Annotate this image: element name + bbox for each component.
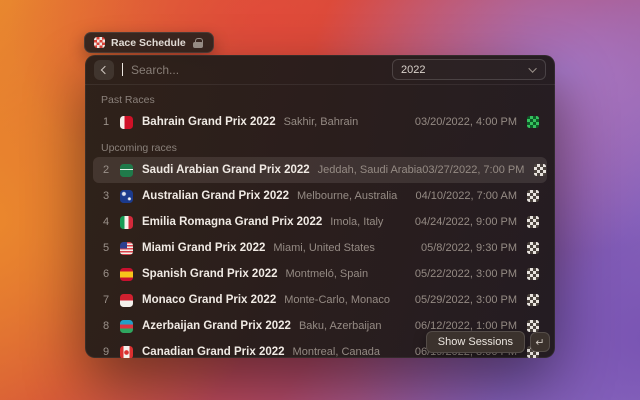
show-sessions-button[interactable]: Show Sessions [426,331,525,353]
country-flag-icon [120,242,133,255]
race-index: 4 [101,216,111,228]
checkered-flag-icon [527,268,539,280]
country-flag-icon [120,116,133,129]
season-dropdown-value: 2022 [401,64,525,76]
race-index: 3 [101,190,111,202]
chevron-left-icon [101,65,109,73]
country-flag-icon [120,320,133,333]
country-flag-icon [120,346,133,359]
checkered-flag-extension-icon [94,37,105,48]
checkered-flag-icon [527,294,539,306]
race-index: 2 [101,164,111,176]
race-datetime: 03/27/2022, 7:00 PM [422,164,524,176]
country-flag-icon [120,294,133,307]
race-index: 1 [101,116,111,128]
section-label: Past Races [93,87,547,109]
race-title: Saudi Arabian Grand Prix 2022 [142,164,310,176]
race-schedule-window: 2022 Past Races 1 Bahrain Grand Prix 2022 S… [85,55,555,358]
action-hint: Show Sessions ↵ [426,331,550,353]
country-flag-icon [120,268,133,281]
race-title: Azerbaijan Grand Prix 2022 [142,320,291,332]
race-row[interactable]: 1 Bahrain Grand Prix 2022 Sakhir, Bahrain 0… [93,109,547,135]
back-button[interactable] [94,60,114,80]
race-title: Australian Grand Prix 2022 [142,190,289,202]
checkered-flag-icon [527,190,539,202]
race-datetime: 05/8/2022, 9:30 PM [421,242,517,254]
race-location: Jeddah, Saudi Arabia [318,164,423,176]
race-row[interactable]: 5 Miami Grand Prix 2022 Miami, United Stat… [93,235,547,261]
season-dropdown[interactable]: 2022 [392,59,546,80]
search-input[interactable] [131,63,384,77]
race-index: 6 [101,268,111,280]
search-header: 2022 [85,55,555,84]
race-row[interactable]: 7 Monaco Grand Prix 2022 Monte-Carlo, Mona… [93,287,547,313]
race-title: Canadian Grand Prix 2022 [142,346,285,358]
race-row[interactable]: 3 Australian Grand Prix 2022 Melbourne, Au… [93,183,547,209]
checkered-flag-icon [527,242,539,254]
race-row[interactable]: 2 Saudi Arabian Grand Prix 2022 Jeddah, Sa… [93,157,547,183]
window-title-pill[interactable]: Race Schedule [84,32,214,53]
race-list: Past Races 1 Bahrain Grand Prix 2022 Sakhir… [85,85,555,358]
checkered-flag-icon [534,164,546,176]
race-index: 8 [101,320,111,332]
race-title: Emilia Romagna Grand Prix 2022 [142,216,322,228]
country-flag-icon [120,216,133,229]
race-title: Miami Grand Prix 2022 [142,242,265,254]
section-label: Upcoming races [93,135,547,157]
enter-key-icon[interactable]: ↵ [530,332,550,352]
race-location: Montreal, Canada [293,346,380,358]
race-title: Bahrain Grand Prix 2022 [142,116,276,128]
race-row[interactable]: 4 Emilia Romagna Grand Prix 2022 Imola, It… [93,209,547,235]
race-datetime: 05/29/2022, 3:00 PM [415,294,517,306]
race-title: Spanish Grand Prix 2022 [142,268,278,280]
country-flag-icon [120,164,133,177]
country-flag-icon [120,190,133,203]
checkered-flag-green-icon [527,116,539,128]
race-location: Baku, Azerbaijan [299,320,382,332]
lock-icon [192,37,204,49]
race-location: Miami, United States [273,242,374,254]
race-location: Montmeló, Spain [286,268,369,280]
race-datetime: 05/22/2022, 3:00 PM [415,268,517,280]
race-datetime: 04/10/2022, 7:00 AM [415,190,517,202]
text-cursor [122,63,123,76]
race-location: Monte-Carlo, Monaco [284,294,390,306]
race-title: Monaco Grand Prix 2022 [142,294,276,306]
race-datetime: 04/24/2022, 9:00 PM [415,216,517,228]
race-index: 9 [101,346,111,358]
window-title: Race Schedule [111,37,186,49]
race-location: Sakhir, Bahrain [284,116,359,128]
race-index: 5 [101,242,111,254]
race-location: Melbourne, Australia [297,190,397,202]
race-row[interactable]: 6 Spanish Grand Prix 2022 Montmeló, Spain 0… [93,261,547,287]
race-location: Imola, Italy [330,216,383,228]
race-index: 7 [101,294,111,306]
race-datetime: 03/20/2022, 4:00 PM [415,116,517,128]
chevron-down-icon [528,64,536,72]
checkered-flag-icon [527,216,539,228]
